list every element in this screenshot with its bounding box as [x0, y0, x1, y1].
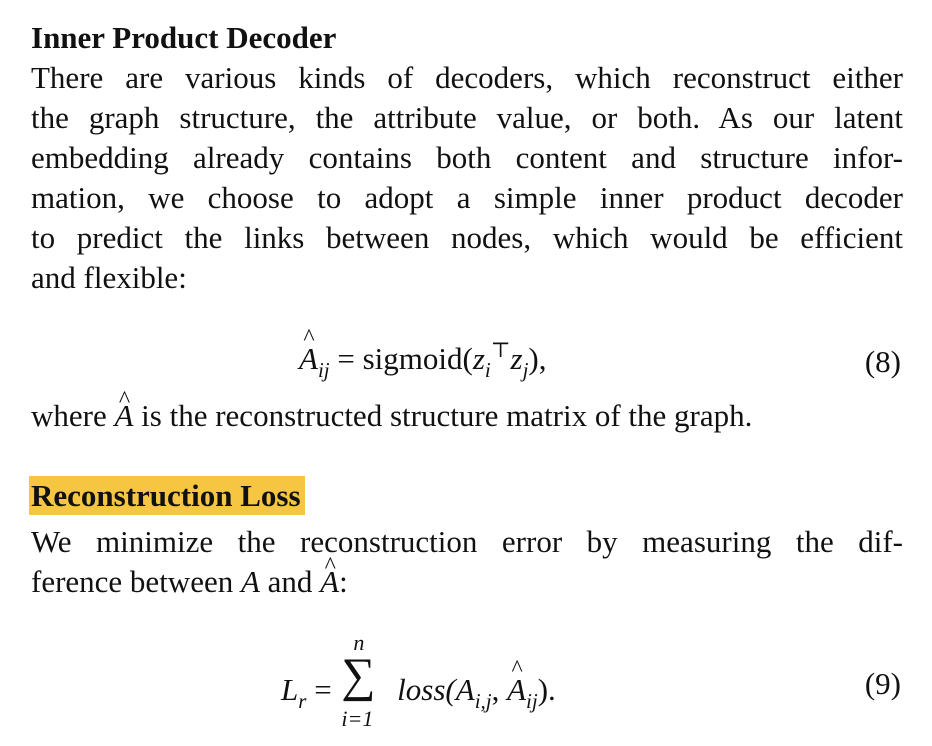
paragraph-line: ference between A and A: [31, 562, 903, 602]
var-a-hat: A [320, 562, 339, 602]
text-span: and [259, 564, 321, 599]
subscript: i,j [474, 689, 492, 713]
var-a: A [240, 564, 260, 599]
paragraph-line: the graph structure, the attribute value… [31, 100, 903, 135]
var-a-hat: A [299, 341, 318, 377]
text-span: where [31, 398, 115, 433]
function-name: sigmoid( [362, 341, 473, 376]
sum-lower-limit: i=1 [341, 706, 374, 731]
var-z: z [472, 341, 485, 376]
function-name: loss( [397, 672, 456, 707]
paragraph-line: embedding already contains both content … [31, 140, 903, 175]
paragraph-line: We minimize the reconstruction error by … [31, 524, 903, 559]
text-span: : [339, 564, 348, 599]
subscript: ij [317, 358, 330, 382]
var-l: L [281, 672, 299, 707]
equation-8-body: Aij = sigmoid(zi⊤zj), [299, 338, 547, 383]
equation-number: (9) [864, 666, 901, 701]
section-heading-reconstruction-loss: Reconstruction Loss [29, 476, 903, 516]
section-heading-inner-product-decoder: Inner Product Decoder [31, 20, 337, 55]
paragraph-where: where A is the reconstructed structure m… [31, 396, 903, 436]
equals-sign: = [314, 672, 332, 707]
text-span: ference between [31, 564, 241, 599]
paragraph-line: There are various kinds of decoders, whi… [31, 60, 903, 95]
highlighted-heading: Reconstruction Loss [29, 476, 305, 515]
equation-number: (8) [864, 344, 901, 379]
summation: n ∑ i=1 [339, 630, 389, 731]
close-paren: ). [537, 672, 556, 707]
equation-8: Aij = sigmoid(zi⊤zj), (8) [31, 324, 903, 396]
subscript: r [298, 689, 307, 713]
equals-sign: = [337, 341, 355, 376]
paragraph-line: to predict the links between nodes, whic… [31, 220, 903, 255]
sigma-symbol: ∑ [341, 649, 376, 702]
transpose-symbol: ⊤ [490, 338, 511, 362]
equation-9-body: Lr = n ∑ i=1 loss(Ai,j, Aij). [281, 630, 556, 731]
var-a: A [455, 672, 475, 707]
paragraph-line: mation, we choose to adopt a simple inne… [31, 180, 903, 215]
paragraph-line: and flexible: [31, 260, 187, 295]
var-a-hat: A [507, 672, 526, 708]
close-paren: ), [528, 341, 547, 376]
paragraph-decoder-description: There are various kinds of decoders, whi… [31, 58, 903, 298]
var-z: z [510, 341, 523, 376]
text-span: is the reconstructed structure matrix of… [133, 398, 753, 433]
paragraph-loss-description: We minimize the reconstruction error by … [31, 522, 903, 602]
comma: , [491, 672, 508, 707]
var-a-hat: A [114, 396, 133, 436]
paper-excerpt: Inner Product Decoder There are various … [29, 18, 903, 740]
subscript: ij [526, 689, 538, 713]
equation-9: Lr = n ∑ i=1 loss(Ai,j, Aij). (9) [31, 630, 903, 740]
